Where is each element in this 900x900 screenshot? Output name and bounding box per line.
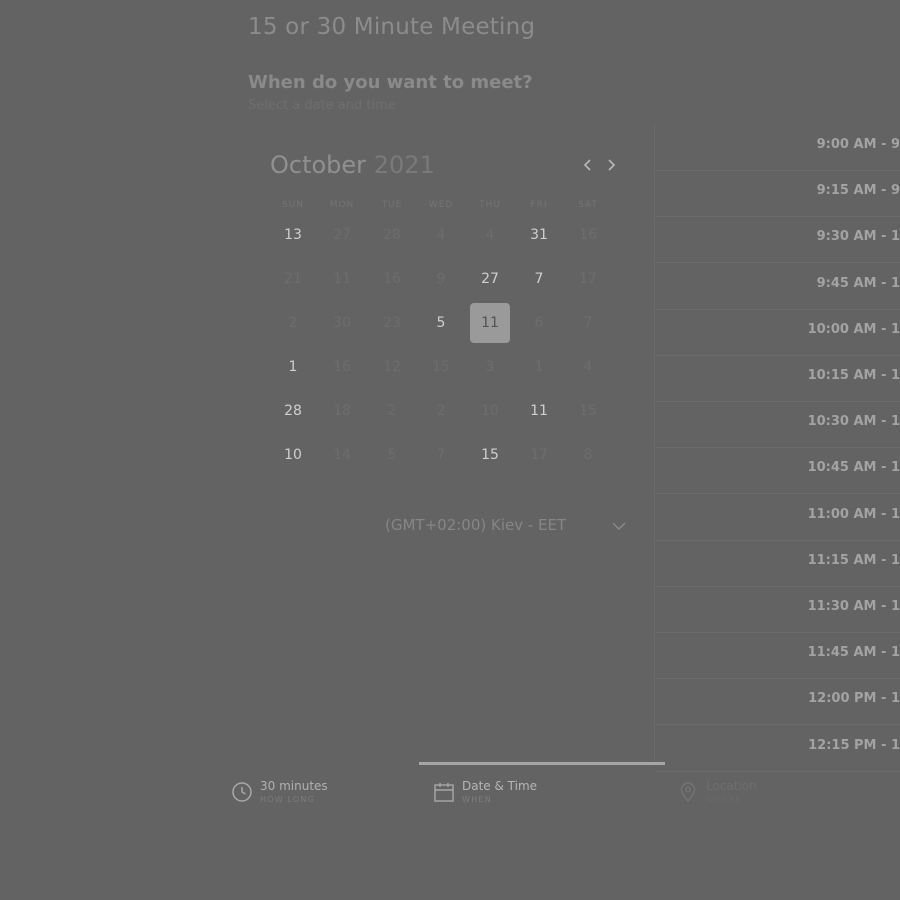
step-subtitle: Select a date and time (248, 98, 396, 113)
booking-page: 15 or 30 Minute Meeting When do you want… (0, 0, 900, 900)
time-slot-label: 9:30 AM - 1 (816, 229, 900, 245)
time-slot-button[interactable]: 11:15 AM - 1 (655, 540, 900, 587)
step-heading: When do you want to meet? (248, 72, 533, 93)
step-progress-indicator (419, 762, 665, 765)
time-slot-button[interactable]: 11:45 AM - 1 (655, 632, 900, 680)
calendar-day: 28 (383, 227, 401, 243)
time-slot-button[interactable]: 10:00 AM - 1 (655, 309, 900, 356)
time-slot-button[interactable]: 9:30 AM - 1 (655, 216, 900, 264)
calendar-day: 18 (333, 403, 351, 419)
time-slot-label: 10:15 AM - 1 (807, 368, 900, 383)
weekday-label: SUN (281, 200, 305, 210)
time-slot-label: 9:00 AM - 9 (816, 137, 900, 152)
calendar-day: 11 (333, 271, 351, 287)
calendar-day: 9 (436, 271, 446, 287)
calendar-day: 30 (333, 315, 351, 331)
time-slot-label: 12:15 PM - 1 (808, 737, 900, 753)
calendar-month: October (270, 151, 367, 179)
step-duration-sub: HOW LONG (260, 795, 316, 804)
weekday-label: WED (428, 200, 454, 210)
calendar-day[interactable]: 27 (470, 259, 510, 299)
calendar-month-label: October 2021 (270, 151, 435, 179)
time-slot-button[interactable]: 10:30 AM - 1 (655, 401, 900, 449)
time-slot-button[interactable]: 12:00 PM - 1 (655, 678, 900, 726)
calendar-day: 2 (288, 315, 298, 331)
time-slot-label: 10:45 AM - 1 (807, 460, 900, 476)
calendar-day: 4 (436, 227, 446, 243)
calendar-day: 21 (284, 271, 302, 287)
step-date-time-sub: WHEN (462, 795, 492, 804)
time-slot-button[interactable]: 11:30 AM - 1 (655, 586, 900, 633)
calendar-day[interactable]: 1 (273, 347, 313, 387)
time-slot-label: 12:00 PM - 1 (808, 691, 900, 707)
time-slot-label: 9:45 AM - 1 (816, 275, 900, 291)
calendar-day[interactable]: 15 (470, 435, 510, 475)
calendar-day: 16 (579, 227, 597, 243)
calendar-day: 17 (530, 447, 548, 463)
calendar-day: 27 (333, 227, 351, 243)
calendar-day: 3 (485, 359, 495, 375)
time-slot-label: 11:00 AM - 1 (807, 506, 900, 522)
calendar-day: 7 (583, 315, 593, 331)
time-slot-button[interactable]: 10:45 AM - 1 (655, 447, 900, 495)
calendar-day: 8 (583, 447, 593, 463)
calendar-day[interactable]: 13 (273, 215, 313, 255)
calendar-day: 7 (436, 447, 446, 463)
time-slot-button[interactable]: 10:15 AM - 1 (655, 355, 900, 402)
time-slot-button[interactable]: 11:00 AM - 1 (655, 494, 900, 541)
step-location-sub: WHERE (706, 795, 742, 804)
chevron-down-icon[interactable] (611, 520, 627, 532)
calendar-day: 12 (383, 359, 401, 375)
chevron-right-icon[interactable] (603, 156, 619, 174)
calendar-icon (434, 783, 454, 802)
calendar-day: 4 (485, 227, 495, 243)
time-slot-label: 9:15 AM - 9 (816, 183, 900, 199)
time-slot-label: 10:30 AM - 1 (807, 414, 900, 430)
time-slot-button[interactable]: 9:15 AM - 9 (655, 170, 900, 218)
calendar-day: 16 (383, 271, 401, 287)
calendar-day: 4 (583, 359, 593, 375)
calendar-day[interactable]: 28 (273, 391, 313, 431)
time-slot-button[interactable]: 9:00 AM - 9 (655, 124, 900, 171)
calendar-day[interactable]: 11 (519, 391, 559, 431)
time-slot-label: 11:30 AM - 1 (807, 599, 900, 614)
weekday-label: MON (329, 200, 355, 210)
calendar-day: 14 (333, 447, 351, 463)
time-slot-label: 10:00 AM - 1 (807, 321, 900, 337)
weekday-label: SAT (578, 200, 598, 210)
weekday-label: THU (479, 200, 501, 210)
calendar-day-selected[interactable]: 11 (470, 303, 510, 343)
calendar-day: 15 (432, 359, 450, 375)
calendar-day: 6 (534, 315, 544, 331)
timezone-select[interactable]: (GMT+02:00) Kiev - EET (385, 516, 566, 534)
calendar-day[interactable]: 31 (519, 215, 559, 255)
map-pin-icon (680, 782, 696, 803)
calendar-day[interactable]: 5 (421, 303, 461, 343)
clock-icon (232, 782, 252, 802)
calendar-day: 23 (383, 315, 401, 331)
time-slot-label: 11:15 AM - 1 (807, 552, 900, 568)
meeting-title: 15 or 30 Minute Meeting (248, 14, 536, 40)
time-slot-button[interactable]: 9:45 AM - 1 (655, 263, 900, 310)
step-date-time-label: Date & Time (462, 779, 538, 793)
chevron-left-icon[interactable] (580, 156, 596, 174)
weekday-label: FRI (530, 200, 548, 210)
time-slot-label: 11:45 AM - 1 (807, 645, 900, 661)
calendar-day: 2 (387, 403, 397, 419)
calendar-day: 15 (579, 403, 597, 419)
calendar-day: 16 (333, 359, 351, 375)
calendar-day[interactable]: 7 (519, 259, 559, 299)
step-duration-label: 30 minutes (260, 779, 328, 793)
calendar-day: 5 (387, 447, 397, 463)
calendar-year: 2021 (373, 151, 435, 179)
calendar-day[interactable]: 10 (273, 435, 313, 475)
calendar-day: 2 (436, 403, 446, 419)
step-location-label: Location (706, 779, 757, 793)
time-slot-button[interactable]: 12:15 PM - 1 (655, 725, 900, 772)
calendar-day: 10 (481, 403, 499, 419)
weekday-label: TUE (381, 200, 403, 210)
calendar-day: 1 (534, 359, 544, 375)
calendar-day: 17 (579, 271, 597, 287)
